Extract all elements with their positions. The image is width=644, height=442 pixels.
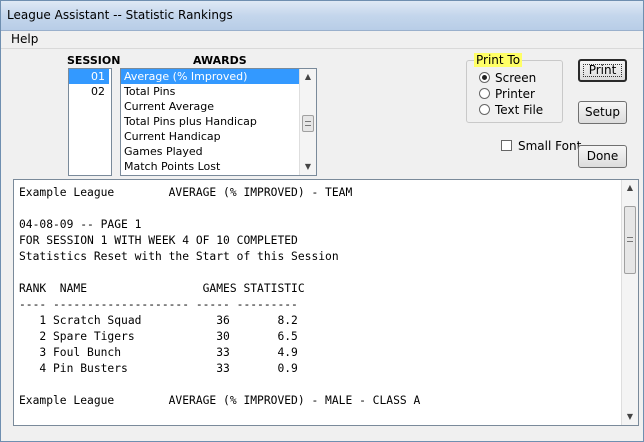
report-scroll-up-icon[interactable]: ▲: [622, 180, 638, 196]
scroll-down-icon[interactable]: ▼: [300, 159, 316, 175]
report-scroll-thumb[interactable]: [624, 206, 636, 274]
award-item[interactable]: Total Pins: [121, 84, 301, 99]
radio-printer[interactable]: Printer: [479, 86, 535, 102]
print-to-legend: Print To: [474, 53, 523, 67]
session-item[interactable]: 01: [69, 69, 109, 84]
done-button[interactable]: Done: [578, 145, 627, 168]
radio-screen-label: Screen: [495, 71, 537, 85]
award-item[interactable]: Match Points Lost: [121, 159, 301, 174]
report-scrollbar[interactable]: ▲ ▼: [621, 180, 638, 425]
print-button[interactable]: Print: [578, 59, 627, 82]
radio-text-file[interactable]: Text File: [479, 102, 543, 118]
small-font-option[interactable]: Small Font: [501, 139, 581, 153]
small-font-checkbox[interactable]: [501, 140, 512, 151]
small-font-label: Small Font: [518, 139, 582, 153]
awards-scroll-thumb[interactable]: [302, 115, 314, 132]
report-text: Example League AVERAGE (% IMPROVED) - TE…: [19, 186, 421, 407]
radio-screen[interactable]: Screen: [479, 70, 536, 86]
radio-text-file-label: Text File: [495, 103, 544, 117]
award-item[interactable]: Total Pins plus Handicap: [121, 114, 301, 129]
setup-button[interactable]: Setup: [578, 101, 627, 124]
print-to-group: Print To Screen Printer Text File: [466, 53, 563, 123]
award-item[interactable]: Average (% Improved): [121, 69, 301, 84]
award-item[interactable]: Current Average: [121, 99, 301, 114]
radio-screen-icon[interactable]: [479, 72, 490, 83]
session-header: SESSION: [67, 54, 121, 67]
award-item[interactable]: Games Played: [121, 144, 301, 159]
app-window: League Assistant -- Statistic Rankings H…: [0, 0, 644, 442]
menu-bar: Help: [1, 31, 643, 49]
report-scroll-down-icon[interactable]: ▼: [622, 409, 638, 425]
awards-header: AWARDS: [193, 54, 247, 67]
awards-scrollbar[interactable]: ▲ ▼: [299, 69, 316, 175]
report-view[interactable]: Example League AVERAGE (% IMPROVED) - TE…: [13, 179, 639, 426]
session-list[interactable]: 01 02: [68, 68, 112, 176]
window-title: League Assistant -- Statistic Rankings: [7, 8, 233, 22]
radio-printer-icon[interactable]: [479, 88, 490, 99]
title-bar[interactable]: League Assistant -- Statistic Rankings: [1, 1, 643, 31]
menu-help[interactable]: Help: [7, 32, 42, 46]
session-item[interactable]: 02: [69, 84, 109, 99]
radio-printer-label: Printer: [495, 87, 535, 101]
awards-list[interactable]: Average (% Improved) Total Pins Current Av…: [120, 68, 317, 176]
scroll-up-icon[interactable]: ▲: [300, 69, 316, 85]
radio-text-file-icon[interactable]: [479, 104, 490, 115]
award-item[interactable]: Current Handicap: [121, 129, 301, 144]
